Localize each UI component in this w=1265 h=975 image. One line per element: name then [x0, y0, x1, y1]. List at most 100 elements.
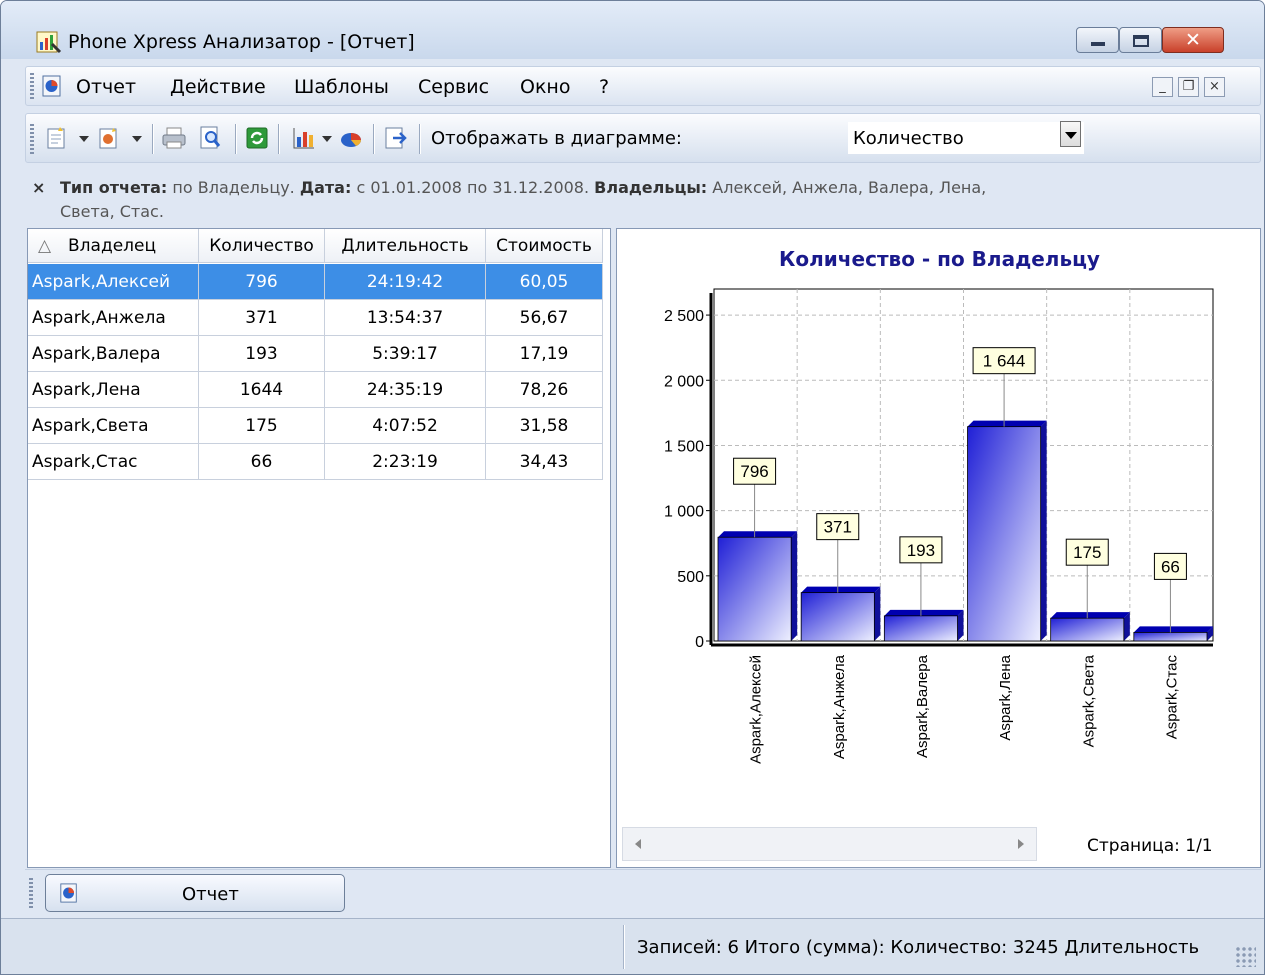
cell-owner: Aspark,Алексей: [28, 264, 199, 300]
bar: [800, 592, 875, 642]
bar-top: [718, 531, 798, 538]
chart-panel: Количество - по Владельцу 0 500 1 000 1 500…: [616, 228, 1261, 868]
tabstrip-grip[interactable]: [29, 878, 33, 910]
pie-chart-icon[interactable]: [338, 125, 364, 151]
mdi-minimize-button[interactable]: _: [1152, 77, 1173, 97]
toolbar-grip[interactable]: [30, 124, 34, 154]
open-report-icon[interactable]: [97, 125, 123, 151]
document-tab-strip: Отчет: [25, 869, 1261, 917]
x-tick-label: Aspark,Алексей: [748, 655, 765, 764]
column-header-cost[interactable]: Стоимость: [486, 229, 603, 263]
bar-top: [1050, 612, 1130, 619]
bar-top: [967, 420, 1047, 427]
y-tick-label: 2 500: [664, 308, 704, 325]
cell-cost: 31,58: [486, 408, 603, 444]
bar-chart-icon[interactable]: [291, 125, 317, 151]
mdi-close-button[interactable]: ×: [1204, 77, 1225, 97]
bar-top: [801, 586, 881, 593]
cell-count: 193: [199, 336, 325, 372]
new-report-icon[interactable]: [45, 125, 71, 151]
y-tick-label: 0: [695, 634, 704, 651]
menu-item-help[interactable]: ?: [599, 76, 609, 98]
data-label: 175: [1073, 543, 1101, 562]
owners-label: Владельцы:: [594, 178, 708, 197]
cell-duration: 4:07:52: [325, 408, 486, 444]
date-label: Дата:: [299, 178, 352, 197]
page-indicator: Страница: 1/1: [1087, 836, 1213, 856]
close-button[interactable]: ✕: [1162, 27, 1224, 53]
cell-owner: Aspark,Лена: [28, 372, 199, 408]
doc-report-icon[interactable]: [41, 75, 63, 97]
data-label: 1 644: [983, 352, 1026, 371]
bar-top: [1133, 626, 1213, 633]
new-report-dropdown-icon[interactable]: [79, 136, 89, 142]
chevron-down-icon[interactable]: [1060, 121, 1081, 147]
column-header-duration[interactable]: Длительность: [325, 229, 486, 263]
menu-item-templates[interactable]: Шаблоны: [294, 76, 389, 98]
table-row[interactable]: Aspark,Лена 1644 24:35:19 78,26: [28, 372, 603, 408]
report-type-label: Тип отчета:: [60, 178, 168, 197]
cell-cost: 78,26: [486, 372, 603, 408]
table-row[interactable]: Aspark,Валера 193 5:39:17 17,19: [28, 336, 603, 372]
bar: [1133, 631, 1208, 642]
preview-icon[interactable]: [198, 125, 224, 151]
cell-owner: Aspark,Валера: [28, 336, 199, 372]
table-row[interactable]: Aspark,Алексей 796 24:19:42 60,05: [28, 264, 603, 300]
data-label: 796: [740, 462, 768, 481]
status-bar: Записей: 6 Итого (сумма): Количество: 32…: [1, 918, 1264, 974]
menubar-grip[interactable]: [30, 73, 34, 99]
cell-cost: 60,05: [486, 264, 603, 300]
report-filter-info: × Тип отчета: по Владельцу. Дата: с 01.0…: [26, 169, 1261, 224]
cell-cost: 34,43: [486, 444, 603, 480]
table-row[interactable]: Aspark,Стас 66 2:23:19 34,43: [28, 444, 603, 480]
table-row[interactable]: Aspark,Света 175 4:07:52 31,58: [28, 408, 603, 444]
bar: [967, 426, 1042, 642]
cell-owner: Aspark,Стас: [28, 444, 199, 480]
menu-item-action[interactable]: Действие: [170, 76, 266, 98]
window-title: Phone Xpress Анализатор - [Отчет]: [68, 31, 415, 53]
column-header-count[interactable]: Количество: [199, 229, 325, 263]
close-filter-icon[interactable]: ×: [32, 176, 45, 200]
print-icon[interactable]: [161, 125, 187, 151]
bar-chart-dropdown-icon[interactable]: [322, 136, 332, 142]
status-separator: [623, 925, 624, 969]
minimize-button[interactable]: [1076, 27, 1119, 53]
app-chart-icon: [36, 31, 62, 54]
data-label: 371: [824, 518, 852, 537]
menu-item-window[interactable]: Окно: [520, 76, 570, 98]
export-icon[interactable]: [383, 125, 409, 151]
chart-horizontal-scrollbar[interactable]: [622, 827, 1037, 861]
resize-grip-icon[interactable]: [1236, 947, 1256, 967]
column-header-owner-label: Владелец: [68, 236, 157, 256]
maximize-icon: [1133, 35, 1149, 47]
close-icon: ✕: [1185, 29, 1201, 51]
scroll-left-icon[interactable]: [635, 839, 641, 849]
date-value: с 01.01.2008 по 31.12.2008.: [351, 178, 595, 197]
open-report-dropdown-icon[interactable]: [132, 136, 142, 142]
display-in-chart-select[interactable]: Количество: [848, 122, 1084, 154]
menu-item-report[interactable]: Отчет: [76, 76, 136, 98]
cell-count: 66: [199, 444, 325, 480]
tab-report[interactable]: Отчет: [45, 874, 345, 912]
cell-count: 371: [199, 300, 325, 336]
mdi-restore-button[interactable]: ❐: [1178, 77, 1199, 97]
bar-side: [874, 586, 881, 641]
refresh-icon[interactable]: [244, 125, 270, 151]
cell-cost: 56,67: [486, 300, 603, 336]
table-row[interactable]: Aspark,Анжела 371 13:54:37 56,67: [28, 300, 603, 336]
title-bar[interactable]: Phone Xpress Анализатор - [Отчет] ✕: [1, 1, 1264, 59]
cell-duration: 24:35:19: [325, 372, 486, 408]
x-tick-label: Aspark,Анжела: [831, 654, 848, 759]
maximize-button[interactable]: [1119, 27, 1162, 53]
menu-item-service[interactable]: Сервис: [418, 76, 489, 98]
tab-report-label: Отчет: [182, 884, 239, 905]
report-type-value: по Владельцу.: [167, 178, 300, 197]
scroll-right-icon[interactable]: [1018, 839, 1024, 849]
bar: [717, 536, 792, 642]
x-tick-label: Aspark,Лена: [997, 654, 1014, 740]
display-in-chart-label: Отображать в диаграмме:: [431, 128, 682, 149]
cell-duration: 24:19:42: [325, 264, 486, 300]
column-header-owner[interactable]: △ Владелец: [28, 229, 199, 263]
main-window: Phone Xpress Анализатор - [Отчет] ✕ Отче…: [0, 0, 1265, 975]
x-tick-label: Aspark,Валера: [914, 654, 931, 758]
